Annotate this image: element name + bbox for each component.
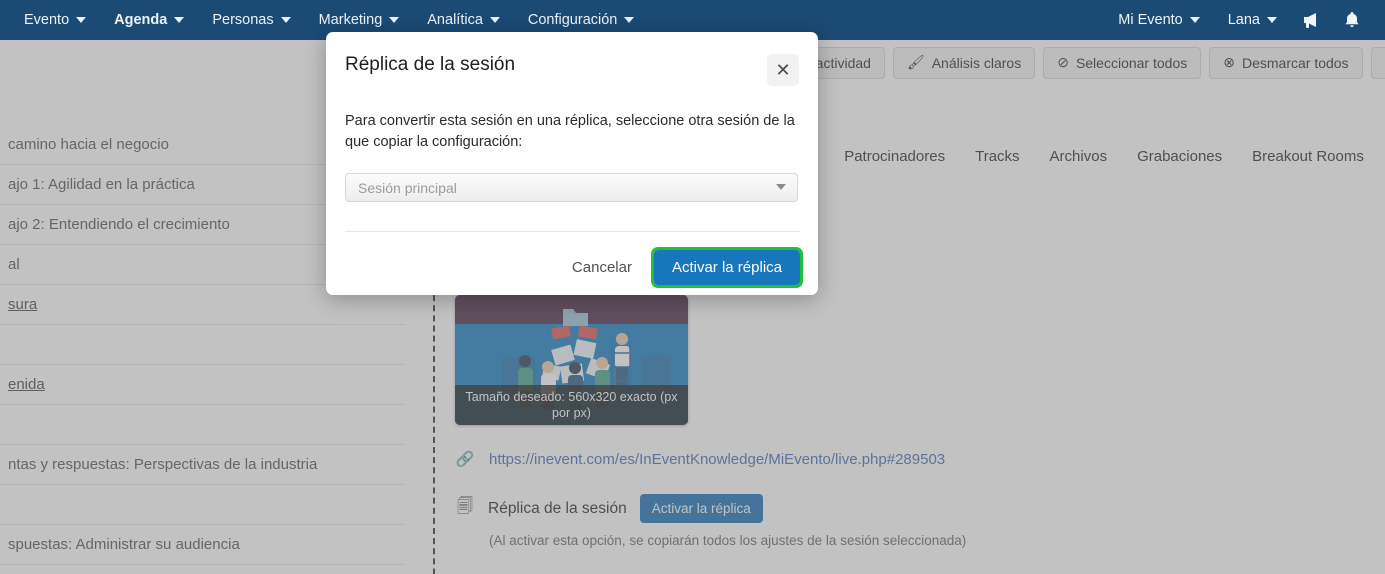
nav-item-analitica[interactable]: Analítica — [413, 12, 514, 28]
cancel-button[interactable]: Cancelar — [568, 253, 636, 282]
nav-item-mi-evento[interactable]: Mi Evento — [1104, 12, 1213, 28]
nav-item-label: Personas — [212, 12, 274, 28]
chevron-down-icon — [489, 17, 500, 23]
confirm-activate-replica-button[interactable]: Activar la réplica — [650, 247, 804, 288]
nav-item-configuracion[interactable]: Configuración — [514, 12, 648, 28]
nav-item-marketing[interactable]: Marketing — [305, 12, 414, 28]
megaphone-icon[interactable] — [1291, 12, 1333, 28]
modal-description: Para convertir esta sesión en una réplic… — [345, 113, 795, 150]
chevron-down-icon — [1189, 17, 1200, 23]
nav-left-group: Evento Agenda Personas Marketing Analíti… — [0, 12, 648, 28]
modal-divider — [345, 231, 800, 232]
nav-item-label: Lana — [1227, 12, 1260, 28]
nav-item-personas[interactable]: Personas — [198, 12, 304, 28]
chevron-down-icon — [280, 17, 291, 23]
session-select[interactable]: Sesión principal — [345, 173, 798, 202]
nav-item-evento[interactable]: Evento — [10, 12, 100, 28]
chevron-down-icon — [1267, 17, 1277, 23]
bell-glyph — [1345, 12, 1359, 28]
modal-header: Réplica de la sesión ✕ — [345, 32, 799, 86]
nav-item-label: Mi Evento — [1118, 12, 1183, 28]
nav-item-label: Evento — [24, 12, 70, 28]
replica-session-modal: Réplica de la sesión ✕ Para convertir es… — [326, 32, 818, 295]
nav-item-user-lana[interactable]: Lana — [1214, 12, 1291, 28]
session-select-wrapper: Sesión principal — [345, 173, 799, 202]
chevron-down-icon — [624, 17, 635, 23]
chevron-down-icon — [76, 17, 87, 23]
modal-footer: Cancelar Activar la réplica — [345, 247, 804, 288]
modal-title: Réplica de la sesión — [345, 54, 516, 75]
nav-item-label: Marketing — [318, 12, 383, 28]
close-icon[interactable]: ✕ — [767, 54, 799, 86]
nav-item-agenda[interactable]: Agenda — [100, 12, 198, 28]
chevron-down-icon — [389, 17, 400, 23]
megaphone-glyph — [1304, 13, 1316, 28]
bell-icon[interactable] — [1333, 11, 1371, 29]
nav-right-group: Mi Evento Lana — [1104, 11, 1385, 29]
chevron-down-icon — [776, 184, 786, 190]
nav-item-label: Analítica — [427, 12, 483, 28]
app-root: a actividad 🖌 Análisis claros ⊘ Seleccio… — [0, 0, 1385, 574]
chevron-down-icon — [174, 17, 185, 23]
nav-item-label: Configuración — [527, 12, 618, 28]
nav-item-label: Agenda — [114, 12, 168, 28]
